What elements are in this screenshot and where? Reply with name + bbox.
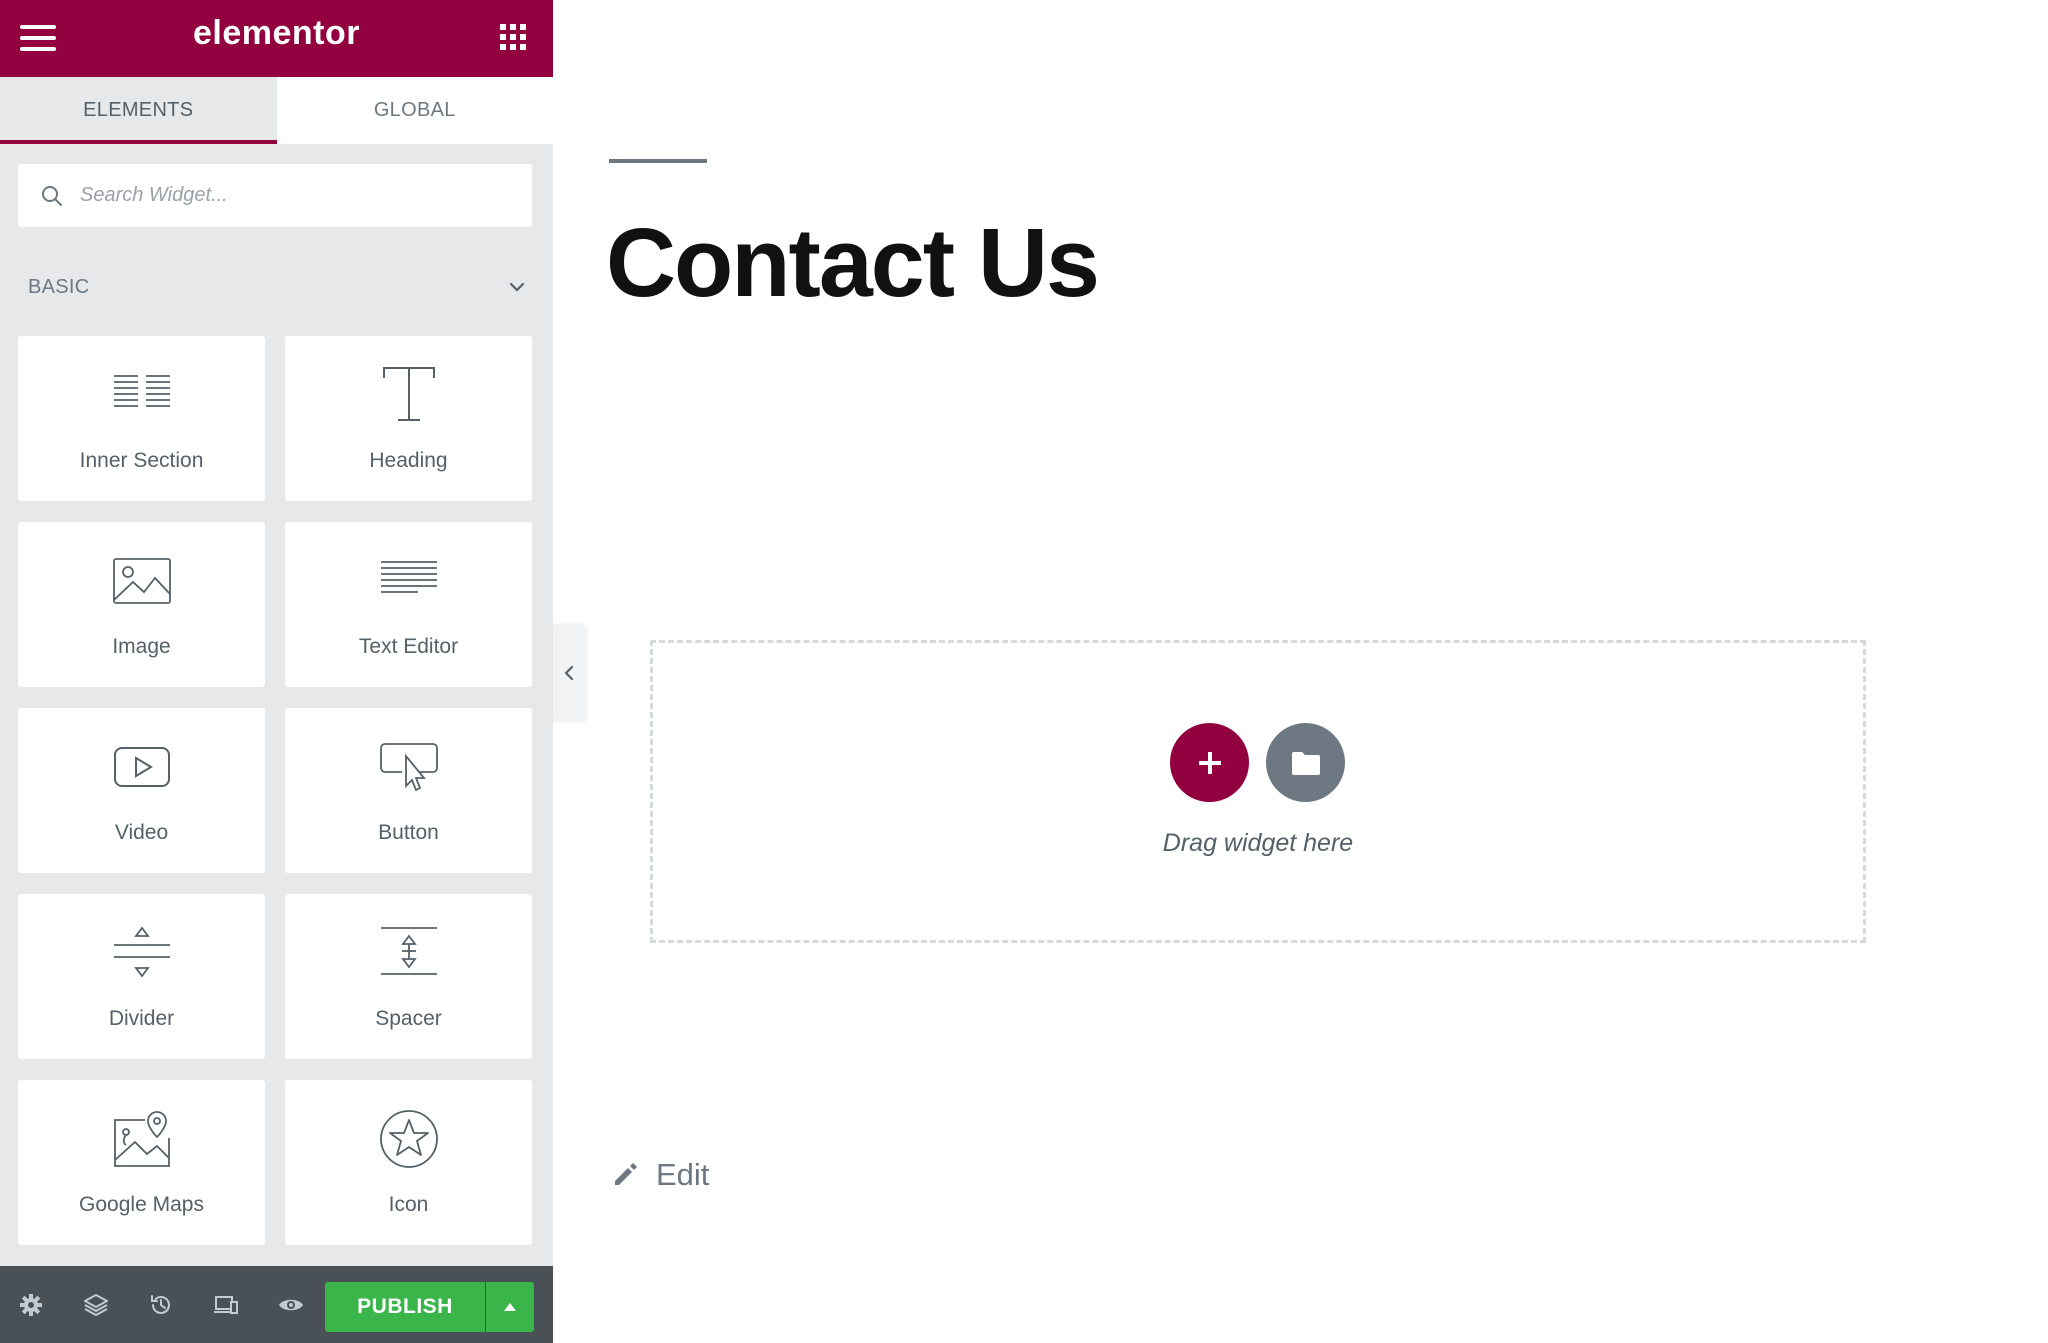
widget-label: Video	[114, 821, 169, 844]
widget-label: Google Maps	[79, 1193, 204, 1216]
widgets-grid-icon[interactable]	[500, 24, 526, 50]
edit-link[interactable]: Edit	[610, 1157, 709, 1193]
preview-icon[interactable]	[278, 1292, 304, 1318]
panel-collapse-toggle[interactable]	[553, 624, 585, 722]
heading-icon	[382, 367, 435, 421]
category-basic-header[interactable]: BASIC	[28, 272, 528, 302]
text-editor-icon	[380, 561, 437, 593]
widget-image[interactable]: Image	[18, 522, 265, 687]
widget-text-editor[interactable]: Text Editor	[285, 522, 532, 687]
empty-section-dropzone[interactable]	[650, 640, 1866, 943]
caret-up-icon	[504, 1303, 516, 1311]
button-icon	[379, 743, 438, 792]
folder-icon	[1291, 751, 1320, 775]
widget-inner-section[interactable]: Inner Section	[18, 336, 265, 501]
tab-elements[interactable]: ELEMENTS	[0, 77, 277, 144]
google-maps-icon	[113, 1111, 170, 1167]
search-box	[18, 164, 532, 227]
publish-button[interactable]: PUBLISH	[325, 1282, 485, 1332]
widget-label: Heading	[369, 449, 448, 472]
publish-options-button[interactable]	[486, 1282, 534, 1332]
add-template-button[interactable]	[1266, 723, 1345, 802]
category-title: BASIC	[28, 275, 90, 298]
widget-label: Image	[112, 635, 171, 658]
widget-label: Button	[378, 821, 439, 844]
panel-tabs: ELEMENTS GLOBAL	[0, 77, 553, 144]
video-icon	[113, 747, 170, 787]
widget-video[interactable]: Video	[18, 708, 265, 873]
edit-label: Edit	[656, 1157, 710, 1192]
widget-spacer[interactable]: Spacer	[285, 894, 532, 1059]
divider-icon	[113, 926, 170, 978]
widget-icon[interactable]: Icon	[285, 1080, 532, 1245]
widget-button[interactable]: Button	[285, 708, 532, 873]
widget-label: Text Editor	[358, 635, 459, 658]
page-title[interactable]: Contact Us	[606, 209, 1100, 317]
dropzone-hint: Drag widget here	[1162, 829, 1354, 857]
navigator-icon[interactable]	[83, 1292, 109, 1318]
editor-panel: elementor ELEMENTS GLOBAL BASIC	[0, 0, 553, 1343]
inner-section-icon	[113, 375, 170, 407]
chevron-down-icon	[509, 282, 525, 292]
widget-label: Spacer	[375, 1007, 442, 1030]
spacer-icon	[380, 927, 437, 975]
pencil-icon	[615, 1163, 637, 1185]
elementor-logo: elementor	[193, 14, 360, 52]
title-divider	[609, 159, 707, 163]
search-input[interactable]	[78, 183, 532, 208]
widget-heading[interactable]: Heading	[285, 336, 532, 501]
widget-label: Inner Section	[79, 449, 204, 472]
widget-divider[interactable]: Divider	[18, 894, 265, 1059]
widget-google-maps[interactable]: Google Maps	[18, 1080, 265, 1245]
tab-global[interactable]: GLOBAL	[277, 77, 554, 144]
settings-icon[interactable]	[18, 1292, 44, 1318]
widget-label: Icon	[388, 1193, 429, 1216]
add-section-button[interactable]	[1170, 723, 1249, 802]
responsive-icon[interactable]	[213, 1292, 239, 1318]
widget-grid: Inner Section Heading Image Text Editor …	[18, 336, 532, 1245]
history-icon[interactable]	[148, 1292, 174, 1318]
plus-icon	[1198, 751, 1221, 774]
panel-header: elementor	[0, 0, 553, 77]
star-icon	[379, 1110, 438, 1168]
chevron-left-icon	[564, 665, 574, 681]
widget-label: Divider	[108, 1007, 175, 1030]
image-icon	[112, 558, 171, 604]
search-icon	[42, 185, 62, 206]
